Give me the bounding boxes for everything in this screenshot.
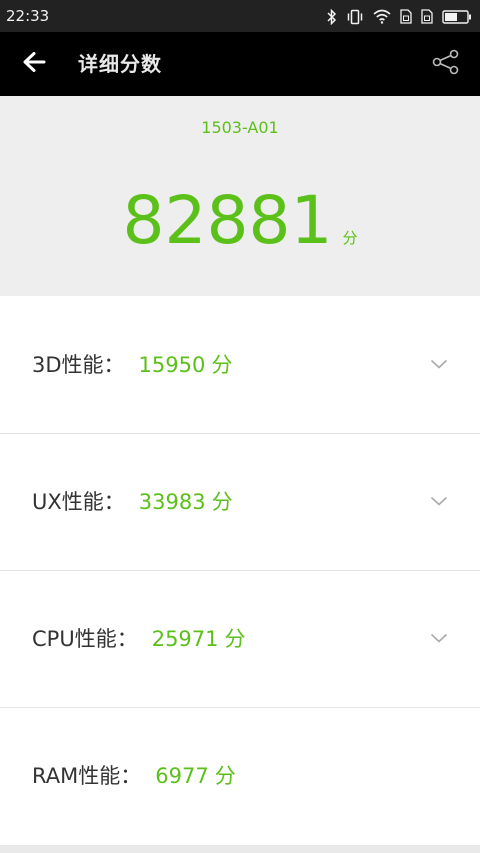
- score-row-label: CPU性能： 25971 分: [32, 625, 246, 653]
- page-title: 详细分数: [78, 52, 162, 76]
- sim-card-2-icon: [421, 9, 433, 24]
- battery-icon: [442, 9, 472, 24]
- row-title: RAM性能：: [32, 764, 142, 788]
- row-value: 15950: [138, 353, 206, 377]
- wifi-icon: [373, 9, 391, 24]
- row-title: UX性能：: [32, 490, 125, 514]
- chevron-down-icon[interactable]: [430, 355, 448, 369]
- back-arrow-icon: [22, 51, 46, 77]
- total-score-panel: 1503-A01 82881 分: [0, 96, 480, 296]
- total-score-unit: 分: [342, 229, 358, 247]
- total-score: 82881: [122, 182, 333, 259]
- score-row-ux[interactable]: UX性能： 33983 分: [0, 434, 480, 571]
- chevron-down-icon[interactable]: [430, 629, 448, 643]
- row-title: 3D性能：: [32, 353, 125, 377]
- app-bar: 详细分数: [0, 32, 480, 96]
- status-bar: 22:33: [0, 0, 480, 32]
- score-row-label: 3D性能： 15950 分: [32, 351, 232, 379]
- device-name: 1503-A01: [201, 118, 279, 137]
- row-value: 25971: [151, 627, 219, 651]
- bluetooth-icon: [327, 8, 337, 25]
- row-unit: 分: [211, 353, 233, 377]
- status-icons: [327, 7, 472, 26]
- total-score-block: 82881 分: [0, 184, 480, 258]
- share-icon: [432, 49, 460, 79]
- vibrate-icon: [346, 9, 364, 25]
- row-unit: 分: [224, 627, 246, 651]
- row-unit: 分: [214, 764, 236, 788]
- back-button[interactable]: [18, 50, 50, 78]
- score-row-ram: RAM性能： 6977 分: [0, 708, 480, 844]
- sim-card-1-icon: [400, 9, 412, 24]
- score-list: 3D性能： 15950 分 UX性能： 33983 分 CPU性能： 25971 分 RAM…: [0, 297, 480, 844]
- row-value: 6977: [155, 764, 209, 788]
- chevron-down-icon[interactable]: [430, 492, 448, 506]
- score-row-3d[interactable]: 3D性能： 15950 分: [0, 297, 480, 434]
- row-title: CPU性能：: [32, 627, 138, 651]
- row-unit: 分: [211, 490, 233, 514]
- row-value: 33983: [138, 490, 206, 514]
- bottom-divider: [0, 845, 480, 853]
- status-time: 22:33: [6, 7, 50, 25]
- score-row-cpu[interactable]: CPU性能： 25971 分: [0, 571, 480, 708]
- score-row-label: UX性能： 33983 分: [32, 488, 233, 516]
- share-button[interactable]: [430, 49, 462, 79]
- score-row-label: RAM性能： 6977 分: [32, 762, 236, 790]
